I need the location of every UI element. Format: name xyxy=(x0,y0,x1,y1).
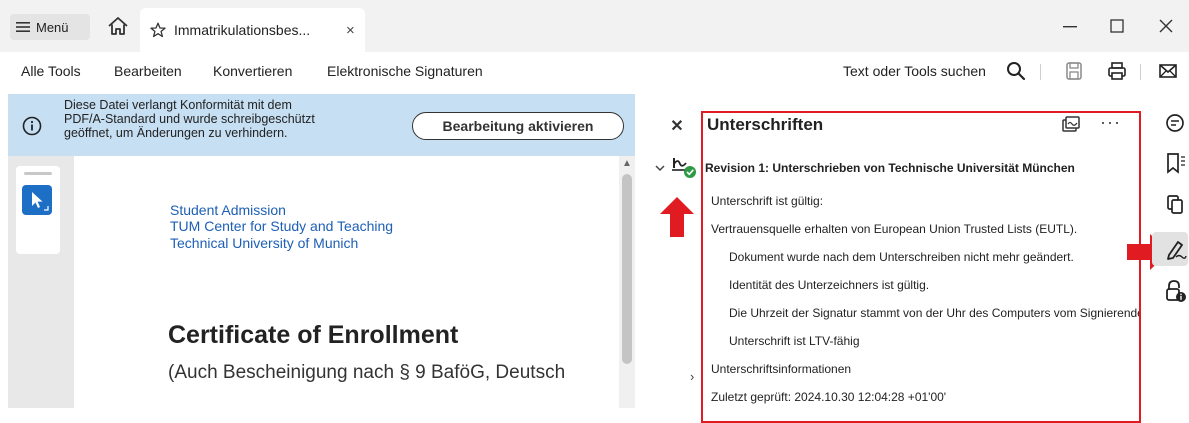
toolbar-divider xyxy=(1040,64,1041,80)
menu-label: Menü xyxy=(36,19,69,35)
signature-options-icon[interactable] xyxy=(1060,115,1082,135)
mail-icon[interactable] xyxy=(1157,60,1179,82)
banner-line: geöffnet, um Änderungen zu verhindern. xyxy=(64,126,288,140)
signature-pen-icon[interactable] xyxy=(1162,236,1188,262)
toolbar-item-all-tools[interactable]: Alle Tools xyxy=(21,63,81,79)
banner-line: PDF/A-Standard und wurde schreibgeschütz… xyxy=(64,112,315,126)
search-icon[interactable] xyxy=(1005,60,1027,82)
valid-signature-icon xyxy=(670,154,698,180)
banner-message: Diese Datei verlangt Konformität mit dem… xyxy=(64,98,394,140)
minimize-icon[interactable] xyxy=(1050,12,1090,40)
scrollbar-thumb[interactable] xyxy=(622,174,632,364)
chevron-right-icon[interactable]: › xyxy=(690,369,694,384)
toolbar-item-convert[interactable]: Konvertieren xyxy=(213,63,292,79)
signature-detail: Unterschrift ist LTV-fähig xyxy=(729,334,860,348)
print-icon[interactable] xyxy=(1106,60,1128,82)
star-icon[interactable] xyxy=(150,22,166,38)
address-line: Technical University of Munich xyxy=(170,235,359,251)
signatures-panel-title: Unterschriften xyxy=(707,115,824,134)
comment-icon[interactable] xyxy=(1162,110,1188,136)
bookmark-icon[interactable] xyxy=(1162,150,1188,176)
vertical-scrollbar[interactable]: ▲ xyxy=(619,156,635,408)
address-line: Student Admission xyxy=(170,202,286,218)
maximize-icon[interactable] xyxy=(1097,12,1137,40)
toolbar-divider xyxy=(1140,64,1141,80)
trust-source: Vertrauensquelle erhalten von European U… xyxy=(711,222,1078,236)
chevron-down-icon[interactable] xyxy=(654,162,666,174)
drag-handle[interactable] xyxy=(24,172,52,175)
more-options-icon[interactable]: ··· xyxy=(1100,112,1121,133)
document-tab[interactable]: Immatrikulationsbes... × xyxy=(140,8,365,52)
toolbar-item-e-signatures[interactable]: Elektronische Signaturen xyxy=(327,63,483,79)
address-line: TUM Center for Study and Teaching xyxy=(170,218,394,234)
info-icon xyxy=(22,116,42,136)
signature-status: Unterschrift ist gültig: xyxy=(711,194,824,208)
revision-title[interactable]: Revision 1: Unterschrieben von Technisch… xyxy=(705,161,1075,175)
signatures-panel-highlight xyxy=(701,111,1141,423)
close-icon[interactable] xyxy=(1146,12,1186,40)
red-arrow-up-icon xyxy=(659,196,695,238)
search-tools-label[interactable]: Text oder Tools suchen xyxy=(843,63,986,79)
banner-line: Diese Datei verlangt Konformität mit dem xyxy=(64,98,292,112)
pdf-page: Student Admission TUM Center for Study a… xyxy=(74,156,619,408)
home-icon[interactable] xyxy=(107,16,131,38)
tab-title: Immatrikulationsbes... xyxy=(174,22,311,38)
signature-detail: Dokument wurde nach dem Unterschreiben n… xyxy=(729,250,1074,264)
main-toolbar: Alle Tools Bearbeiten Konvertieren Elekt… xyxy=(0,52,1189,90)
scroll-up-icon[interactable]: ▲ xyxy=(619,158,635,170)
hamburger-icon xyxy=(16,21,30,33)
save-icon[interactable] xyxy=(1063,60,1085,82)
document-subtitle: (Auch Bescheinigung nach § 9 BaföG, Deut… xyxy=(168,362,566,383)
pages-icon[interactable] xyxy=(1162,192,1188,218)
toolbar-item-edit[interactable]: Bearbeiten xyxy=(114,63,182,79)
enable-editing-button[interactable]: Bearbeitung aktivieren xyxy=(412,112,624,140)
panel-close-icon[interactable]: ✕ xyxy=(668,116,686,135)
tab-close-icon[interactable]: × xyxy=(346,22,355,39)
select-cursor-icon[interactable] xyxy=(22,185,52,215)
signature-info-toggle[interactable]: Unterschriftsinformationen xyxy=(711,362,851,376)
document-title: Certificate of Enrollment xyxy=(168,321,459,349)
last-checked: Zuletzt geprüft: 2024.10.30 12:04:28 +01… xyxy=(711,390,947,404)
signature-detail: Die Uhrzeit der Signatur stammt von der … xyxy=(729,306,1139,320)
menu-button[interactable]: Menü xyxy=(10,14,90,40)
signature-detail: Identität des Unterzeichners ist gültig. xyxy=(729,278,930,292)
title-bar: Menü Immatrikulationsbes... × xyxy=(0,0,1189,52)
protect-info-icon[interactable] xyxy=(1162,278,1188,304)
